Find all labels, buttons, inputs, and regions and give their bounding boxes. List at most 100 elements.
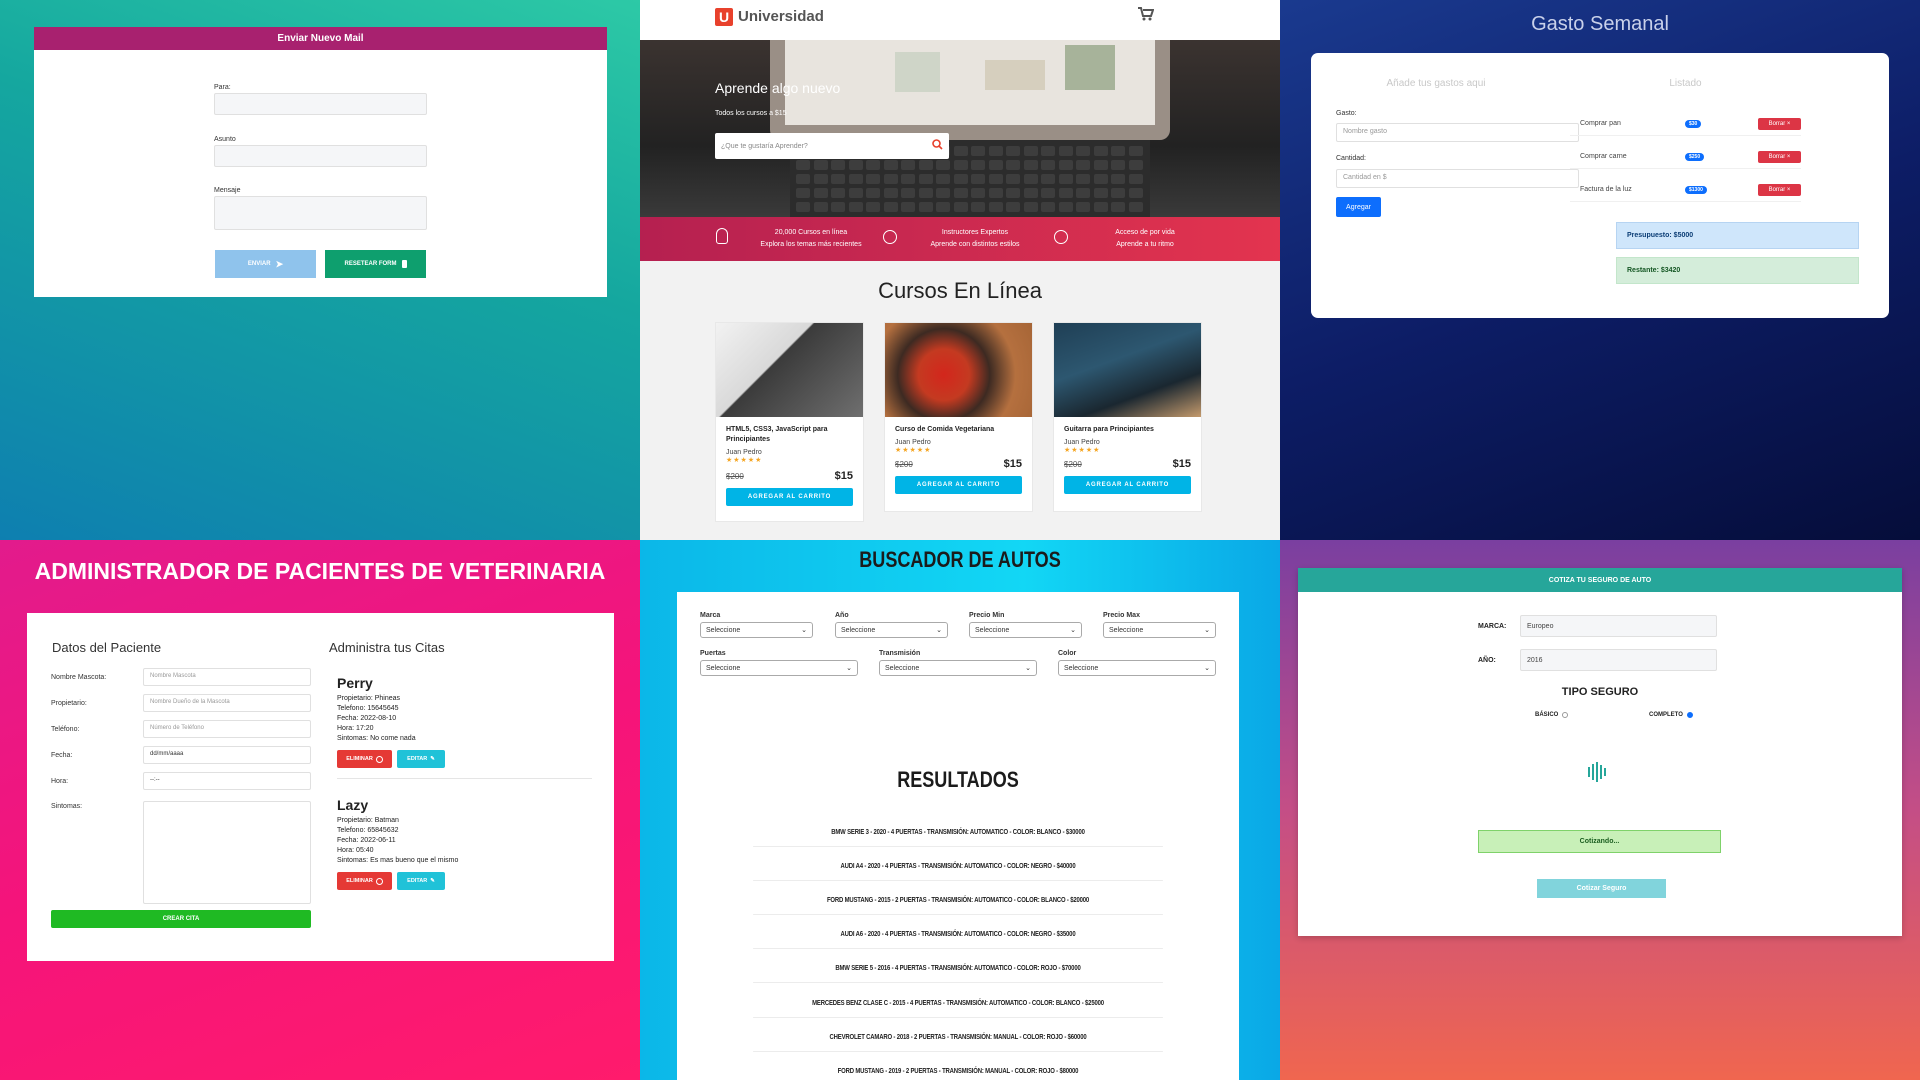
sintomas-textarea[interactable] — [143, 801, 311, 904]
puertas-select[interactable]: Seleccione ⌄ — [700, 660, 858, 676]
editar-button[interactable]: EDITAR ✎ — [397, 872, 445, 890]
universidad-panel: U Universidad Aprende algo nuevo Todos l… — [640, 0, 1280, 540]
asunto-label: Asunto — [214, 136, 236, 143]
course-image — [885, 323, 1032, 417]
keyboard-key — [848, 174, 863, 184]
feature-3-title: Acceso de por vida — [1115, 229, 1175, 236]
autos-card: Marca Seleccione ⌄ Año Seleccione ⌄ Precio M… — [677, 592, 1239, 1080]
keyboard-key — [1023, 188, 1038, 198]
reset-button[interactable]: RESETEAR FORM — [325, 250, 426, 278]
anio-select[interactable]: Seleccione ⌄ — [835, 622, 948, 638]
delete-button[interactable]: Borrar × — [1758, 183, 1801, 196]
search-bar[interactable]: ¿Que te gustaría Aprender? — [715, 133, 949, 159]
propietario-input[interactable]: Nombre Dueño de la Mascota — [143, 694, 311, 712]
vet-card: Datos del Paciente Administra tus Citas … — [27, 613, 614, 961]
send-icon: ➤ — [275, 258, 284, 269]
completo-radio[interactable] — [1686, 712, 1693, 718]
keyboard-key — [1111, 160, 1125, 170]
target-icon — [883, 230, 897, 244]
keyboard-key — [1041, 188, 1055, 198]
keyboard-key — [831, 202, 845, 212]
keyboard-key — [1076, 146, 1090, 156]
features-bar: 20,000 Cursos en línea Explora los temas… — [640, 217, 1280, 261]
autos-title: BUSCADOR DE AUTOS — [859, 547, 1061, 572]
expense-name: Comprar carne — [1580, 153, 1627, 160]
navbar: U Universidad — [640, 0, 1280, 40]
seguro-header: COTIZA TU SEGURO DE AUTO — [1298, 568, 1902, 592]
trash-icon — [401, 260, 407, 268]
marca-select[interactable]: Seleccione ⌄ — [700, 622, 813, 638]
marca-select[interactable]: Europeo — [1520, 615, 1717, 637]
delete-button[interactable]: Borrar × — [1758, 117, 1801, 130]
precio-min-field: Precio Min Seleccione ⌄ — [969, 612, 1082, 638]
cotizar-button[interactable]: Cotizar Seguro — [1537, 879, 1666, 898]
reset-button-label: RESETEAR FORM — [344, 261, 397, 267]
eliminar-button[interactable]: ELIMINAR — [337, 872, 392, 890]
tipo-seguro-heading: TIPO SEGURO — [1561, 686, 1639, 698]
collage: Enviar Nuevo Mail Para: Asunto Mensaje E… — [0, 0, 1920, 1080]
feature-3-subtitle: Aprende a tu ritmo — [1116, 241, 1174, 248]
para-input[interactable] — [214, 93, 427, 115]
brand-name[interactable]: Universidad — [738, 8, 824, 25]
keyboard-key — [1006, 146, 1020, 156]
course-card: Curso de Comida Vegetariana Juan Pedro ★… — [884, 322, 1033, 512]
basico-radio[interactable] — [1562, 712, 1569, 718]
asunto-input[interactable] — [214, 145, 427, 167]
telefono-input[interactable]: Número de Teléfono — [143, 720, 311, 738]
precio-min-select[interactable]: Seleccione ⌄ — [969, 622, 1082, 638]
course-card: HTML5, CSS3, JavaScript para Principiant… — [715, 322, 864, 522]
keyboard-key — [1006, 160, 1020, 170]
anio-select[interactable]: 2016 — [1520, 649, 1717, 671]
basico-option[interactable]: BÁSICO — [1535, 712, 1569, 718]
nombre-mascota-input[interactable]: Nombre Mascota — [143, 668, 311, 686]
field-row: Teléfono: Número de Teléfono — [51, 720, 311, 738]
keyboard-key — [953, 188, 968, 198]
cita-line: Fecha: 2022-06-11 — [337, 837, 396, 844]
keyboard-key — [953, 146, 968, 156]
editar-button[interactable]: EDITAR ✎ — [397, 750, 445, 768]
keyboard-key — [901, 188, 915, 198]
transmision-select[interactable]: Seleccione ⌄ — [879, 660, 1037, 676]
add-to-cart-button[interactable]: AGREGAR AL CARRITO — [726, 488, 853, 506]
keyboard-key — [971, 188, 985, 198]
keyboard-key — [988, 174, 1003, 184]
add-to-cart-button[interactable]: AGREGAR AL CARRITO — [1064, 476, 1191, 494]
expense-name: Factura de la luz — [1580, 186, 1632, 193]
keyboard-key — [971, 146, 985, 156]
keyboard-key — [918, 202, 933, 212]
keyboard-key — [1093, 146, 1108, 156]
gasto-input[interactable]: Nombre gasto — [1336, 123, 1579, 142]
search-input[interactable]: ¿Que te gustaría Aprender? — [721, 143, 808, 150]
crear-cita-button[interactable]: CREAR CITA — [51, 910, 311, 928]
delete-button[interactable]: Borrar × — [1758, 150, 1801, 163]
rating-stars: ★★★★★ — [1064, 447, 1101, 454]
precio-max-select[interactable]: Seleccione ⌄ — [1103, 622, 1216, 638]
fecha-input[interactable]: dd/mm/aaaa — [143, 746, 311, 764]
cart-icon[interactable] — [1138, 7, 1155, 21]
keyboard-key — [971, 160, 985, 170]
field-row: Propietario: Nombre Dueño de la Mascota — [51, 694, 311, 712]
completo-option[interactable]: COMPLETO — [1649, 712, 1693, 718]
mensaje-textarea[interactable] — [214, 196, 427, 230]
hora-input[interactable]: --:-- — [143, 772, 311, 790]
eliminar-button[interactable]: ELIMINAR — [337, 750, 392, 768]
agregar-button[interactable]: Agregar — [1336, 197, 1381, 217]
expense-row: Factura de la luz $1300 Borrar × — [1570, 178, 1801, 202]
mensaje-label: Mensaje — [214, 187, 241, 194]
citas-heading: Administra tus Citas — [329, 640, 445, 655]
add-to-cart-button[interactable]: AGREGAR AL CARRITO — [895, 476, 1022, 494]
enviar-button[interactable]: ENVIAR ➤ — [215, 250, 316, 278]
feature-3: Acceso de por vida Aprende a tu ritmo — [1070, 227, 1220, 251]
field-label: Marca — [700, 612, 721, 619]
feature-1: 20,000 Cursos en línea Explora los temas… — [736, 227, 886, 251]
keyboard-key — [901, 202, 915, 212]
result-item: AUDI A4 - 2020 - 4 PUERTAS - TRANSMISIÓN… — [753, 863, 1163, 881]
keyboard-key — [813, 202, 828, 212]
course-card: Guitarra para Principiantes Juan Pedro ★… — [1053, 322, 1202, 512]
cantidad-input[interactable]: Cantidad en $ — [1336, 169, 1579, 188]
course-image — [716, 323, 863, 417]
keyboard-key — [1058, 146, 1073, 156]
search-icon[interactable] — [932, 137, 943, 155]
close-circle-icon — [375, 877, 383, 885]
color-select[interactable]: Seleccione ⌄ — [1058, 660, 1216, 676]
